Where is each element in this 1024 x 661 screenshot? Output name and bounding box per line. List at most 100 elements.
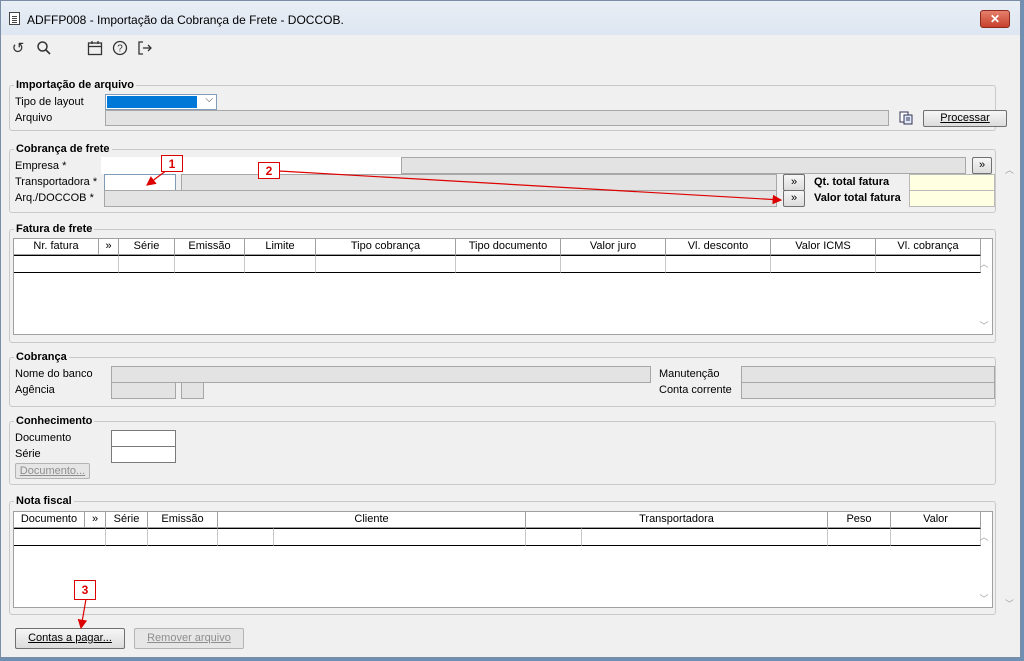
scroll-down-icon[interactable]: ﹀ xyxy=(1005,597,1014,610)
col-emissao[interactable]: Emissão xyxy=(175,239,245,255)
col-vl-desconto[interactable]: Vl. desconto xyxy=(666,239,771,255)
table-cell[interactable] xyxy=(666,255,771,273)
table-cell[interactable] xyxy=(771,255,876,273)
fatura-frete-legend: Fatura de frete xyxy=(16,223,93,235)
qt-total-field xyxy=(909,174,995,191)
close-button[interactable]: ✕ xyxy=(980,10,1010,28)
callout-3: 3 xyxy=(74,580,96,600)
table-cell[interactable] xyxy=(218,528,274,546)
col-valor-juro[interactable]: Valor juro xyxy=(561,239,666,255)
table-cell[interactable] xyxy=(526,528,582,546)
search-icon[interactable] xyxy=(35,40,53,58)
importacao-legend: Importação de arquivo xyxy=(16,79,134,91)
main-window: ADFFP008 - Importação da Cobrança de Fre… xyxy=(0,0,1021,658)
contas-pagar-label: Contas a pagar... xyxy=(28,632,112,644)
col-tipo-cobranca[interactable]: Tipo cobrança xyxy=(316,239,456,255)
document-icon xyxy=(9,12,20,25)
nome-banco-label: Nome do banco xyxy=(15,368,93,380)
table-cell[interactable] xyxy=(456,255,561,273)
serie-input[interactable] xyxy=(111,446,176,463)
arq-doccob-more-button[interactable]: » xyxy=(783,190,805,207)
documento-button[interactable]: Documento... xyxy=(15,463,90,479)
open-file-icon[interactable] xyxy=(897,110,915,126)
valor-total-label: Valor total fatura xyxy=(814,192,901,204)
conhecimento-legend: Conhecimento xyxy=(16,415,93,427)
remover-arquivo-button[interactable]: Remover arquivo xyxy=(134,628,244,649)
col-more[interactable]: » xyxy=(99,239,119,255)
col-more[interactable]: » xyxy=(85,512,106,528)
col-nr-fatura[interactable]: Nr. fatura xyxy=(14,239,99,255)
table-cell[interactable] xyxy=(14,528,106,546)
undo-icon[interactable]: ↺ xyxy=(9,40,27,58)
toolbar: ↺ ? xyxy=(1,35,1020,65)
col-vl-cobranca[interactable]: Vl. cobrança xyxy=(876,239,981,255)
col-cliente[interactable]: Cliente xyxy=(218,512,526,528)
calendar-icon[interactable] xyxy=(86,40,104,58)
table-cell[interactable] xyxy=(119,255,175,273)
documento-label: Documento xyxy=(15,432,72,444)
table-cell[interactable] xyxy=(876,255,981,273)
table-cell[interactable] xyxy=(561,255,666,273)
scroll-down-icon[interactable]: ﹀ xyxy=(976,592,992,605)
table-cell[interactable] xyxy=(175,255,245,273)
fatura-grid: Nr. fatura » Série Emissão Limite Tipo c… xyxy=(13,238,993,335)
col-emissao[interactable]: Emissão xyxy=(148,512,218,528)
table-cell[interactable] xyxy=(106,528,148,546)
table-cell[interactable] xyxy=(891,528,981,546)
table-cell[interactable] xyxy=(245,255,316,273)
col-tipo-documento[interactable]: Tipo documento xyxy=(456,239,561,255)
empresa-input[interactable] xyxy=(101,157,401,174)
table-cell[interactable] xyxy=(14,255,119,273)
col-transportadora[interactable]: Transportadora xyxy=(526,512,828,528)
contas-pagar-button[interactable]: Contas a pagar... xyxy=(15,628,125,649)
tipo-layout-label: Tipo de layout xyxy=(15,96,84,108)
empresa-description xyxy=(401,157,966,174)
nota-fiscal-grid: Documento » Série Emissão Cliente Transp… xyxy=(13,511,993,608)
table-cell[interactable] xyxy=(582,528,828,546)
title-bar: ADFFP008 - Importação da Cobrança de Fre… xyxy=(1,1,1020,35)
table-cell[interactable] xyxy=(316,255,456,273)
documento-input[interactable] xyxy=(111,430,176,447)
scroll-up-icon[interactable]: ︿ xyxy=(976,257,992,270)
scroll-up-icon[interactable]: ︿ xyxy=(976,530,992,543)
col-limite[interactable]: Limite xyxy=(245,239,316,255)
arquivo-input[interactable] xyxy=(105,110,889,126)
transportadora-more-button[interactable]: » xyxy=(783,174,805,191)
cobranca-legend: Cobrança xyxy=(16,351,67,363)
help-icon[interactable]: ? xyxy=(111,40,129,58)
empresa-label: Empresa * xyxy=(15,160,67,172)
col-valor-icms[interactable]: Valor ICMS xyxy=(771,239,876,255)
valor-total-field xyxy=(909,190,995,207)
selection-highlight xyxy=(107,96,197,108)
table-cell[interactable] xyxy=(274,528,526,546)
col-serie[interactable]: Série xyxy=(106,512,148,528)
exit-icon[interactable] xyxy=(136,40,154,58)
agencia-field xyxy=(111,382,176,399)
transportadora-input[interactable] xyxy=(104,174,176,191)
cobranca-frete-legend: Cobrança de frete xyxy=(16,143,110,155)
agencia-label: Agência xyxy=(15,384,55,396)
col-serie[interactable]: Série xyxy=(119,239,175,255)
col-valor[interactable]: Valor xyxy=(891,512,981,528)
chevron-down-icon[interactable]: ⌵ xyxy=(205,94,213,105)
processar-button[interactable]: Processar xyxy=(923,110,1007,127)
scroll-down-icon[interactable]: ﹀ xyxy=(976,319,992,332)
window-scrollbar[interactable]: ︿ ﹀ xyxy=(1002,65,1020,657)
nome-banco-field xyxy=(111,366,651,383)
transportadora-label: Transportadora * xyxy=(15,176,98,188)
nota-fiscal-legend: Nota fiscal xyxy=(16,495,72,507)
table-cell[interactable] xyxy=(148,528,218,546)
empresa-more-button[interactable]: » xyxy=(972,157,992,174)
conta-corrente-field xyxy=(741,382,995,399)
documento-button-label: Documento... xyxy=(19,465,86,477)
table-cell[interactable] xyxy=(828,528,891,546)
col-peso[interactable]: Peso xyxy=(828,512,891,528)
arq-doccob-label: Arq./DOCCOB * xyxy=(15,192,94,204)
scroll-up-icon[interactable]: ︿ xyxy=(1005,163,1014,176)
callout-1: 1 xyxy=(161,155,183,172)
manutencao-label: Manutenção xyxy=(659,368,720,380)
tipo-layout-select[interactable]: ⌵ xyxy=(105,94,217,110)
arquivo-label: Arquivo xyxy=(15,112,53,124)
col-documento[interactable]: Documento xyxy=(14,512,85,528)
arq-doccob-input[interactable] xyxy=(104,190,777,207)
